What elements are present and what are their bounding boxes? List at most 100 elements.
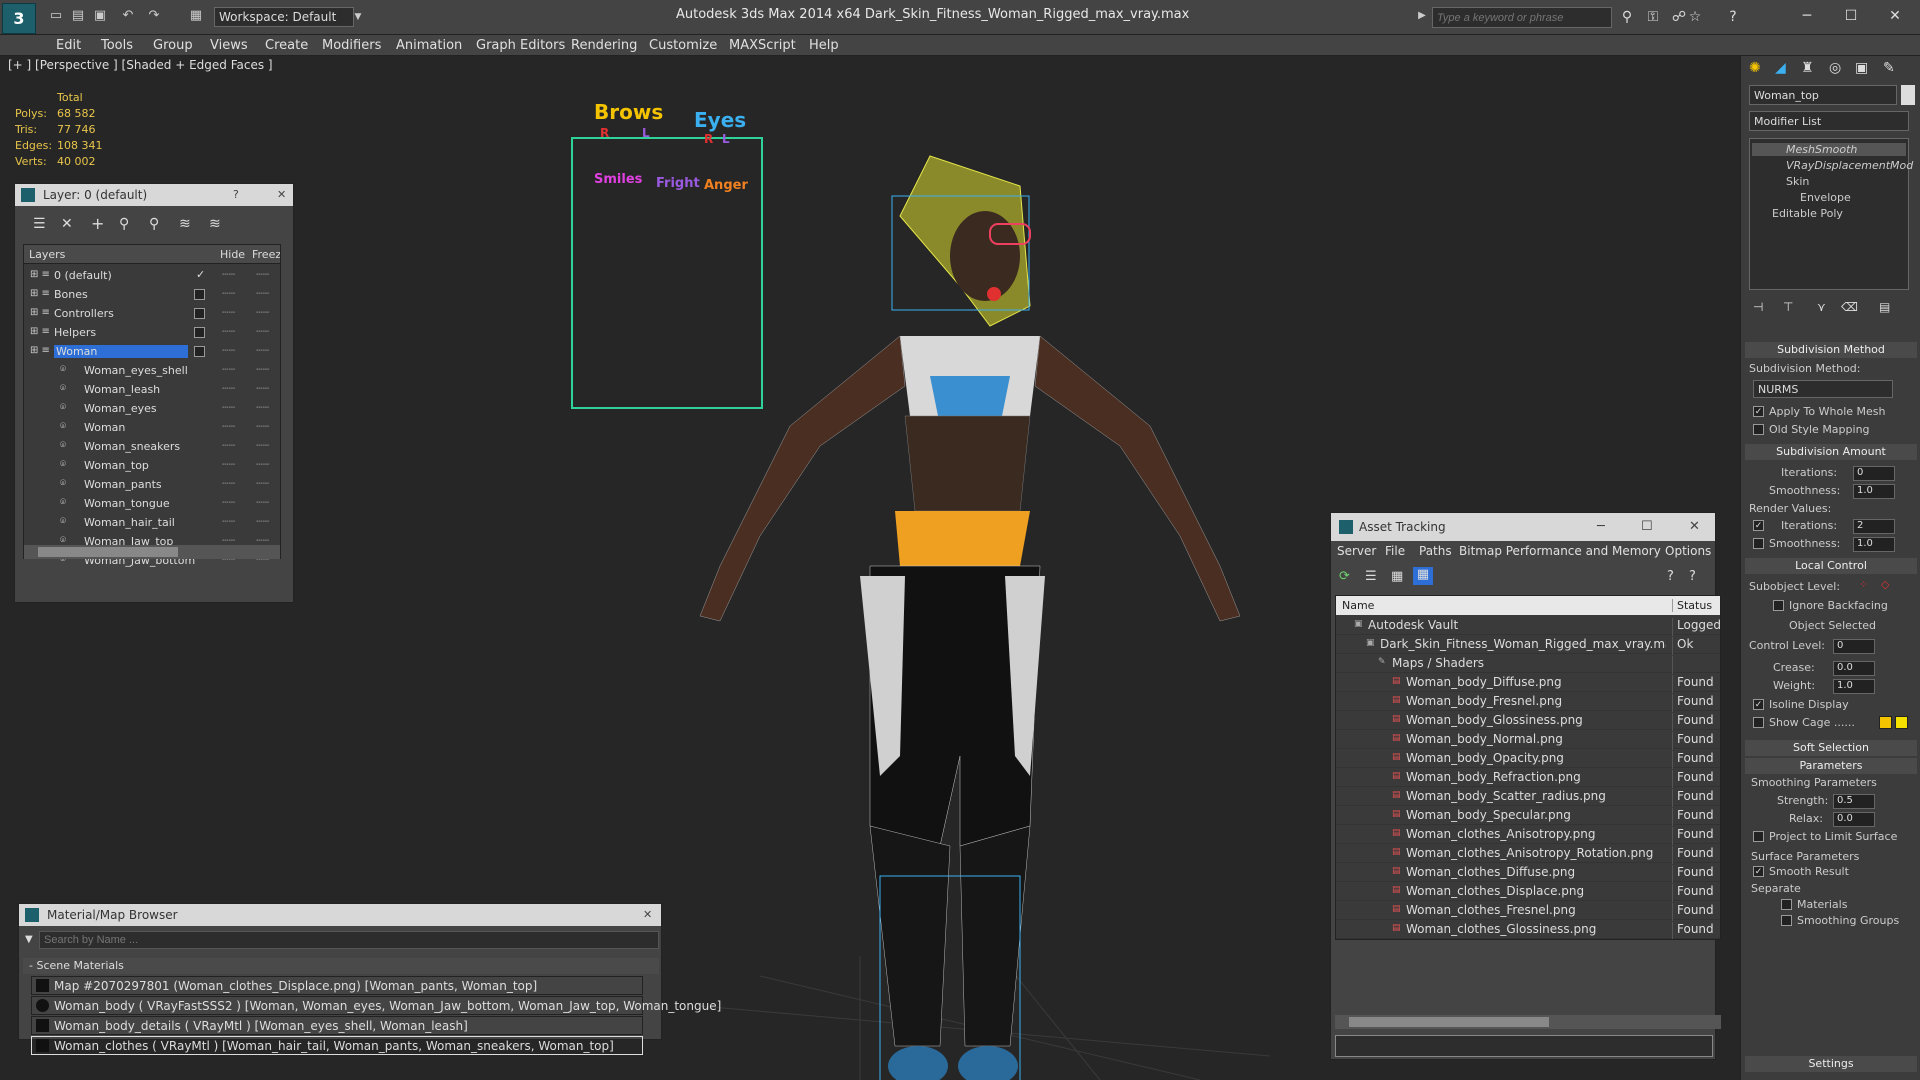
layer-help-button[interactable]: ?	[233, 188, 239, 201]
hide-toggle[interactable]: ┄┄	[222, 515, 235, 528]
render-smoothness-input[interactable]: 1.0	[1853, 537, 1895, 552]
expand-search-icon[interactable]: ▶	[1414, 8, 1430, 24]
material-browser-close[interactable]: ✕	[643, 908, 652, 921]
asset-name-column[interactable]: Name	[1342, 599, 1374, 612]
asset-row[interactable]: ▤ Woman_clothes_Anisotropy_Rotation.png Fo…	[1336, 844, 1720, 864]
layer-current-checkbox[interactable]	[194, 308, 205, 319]
stack-envelope[interactable]: Envelope	[1752, 191, 1851, 204]
layer-current-checkbox[interactable]	[194, 289, 205, 300]
menu-maxscript[interactable]: MAXScript	[729, 38, 796, 53]
hide-toggle[interactable]: ┄┄	[222, 420, 235, 433]
redo-icon[interactable]: ↷	[146, 8, 162, 24]
layer-settings-icon[interactable]: ☰	[33, 216, 46, 232]
stack-skin[interactable]: Skin	[1752, 175, 1809, 188]
hide-column[interactable]: Hide	[220, 248, 245, 261]
utilities-tab-icon[interactable]: ✎	[1883, 60, 1895, 76]
layer-close-button[interactable]: ✕	[277, 188, 286, 201]
layer-row[interactable]: ⌾ Woman_leash ┄┄ ┄┄	[24, 380, 280, 399]
scene-materials-group[interactable]: - Scene Materials	[23, 958, 659, 974]
relax-input[interactable]: 0.0	[1833, 812, 1875, 827]
material-item[interactable]: Woman_body_details ( VRayMtl ) [Woman_ey…	[31, 1016, 643, 1035]
layers-scrollbar[interactable]	[24, 545, 280, 559]
asset-menu-bitmap[interactable]: Bitmap Performance and Memory	[1459, 544, 1661, 558]
stack-meshsmooth[interactable]: MeshSmooth	[1752, 143, 1906, 156]
object-color-swatch[interactable]	[1901, 85, 1915, 105]
menu-create[interactable]: Create	[265, 38, 308, 53]
freeze-column[interactable]: Freeze	[252, 248, 280, 261]
set-current-layer-icon[interactable]: ≋	[179, 216, 191, 232]
control-level-input[interactable]: 0	[1833, 639, 1875, 654]
asset-row[interactable]: ▤ Woman_clothes_Anisotropy.png Found	[1336, 825, 1720, 845]
layer-row[interactable]: ⊞ ≡ 0 (default) ✓ ┄┄ ┄┄	[24, 266, 280, 285]
asset-row[interactable]: ▤Woman_clothes_Normal.pngFound	[1336, 939, 1720, 940]
freeze-toggle[interactable]: ┄┄	[256, 515, 269, 528]
hide-toggle[interactable]: ┄┄	[222, 325, 235, 338]
freeze-toggle[interactable]: ┄┄	[256, 401, 269, 414]
binoculars-icon[interactable]: ⚲	[1618, 8, 1636, 26]
freeze-toggle[interactable]: ┄┄	[256, 344, 269, 357]
freeze-toggle[interactable]: ┄┄	[256, 477, 269, 490]
layer-properties-icon[interactable]: ≋	[209, 216, 221, 232]
layer-row[interactable]: ⊞ ≡ Controllers ┄┄ ┄┄	[24, 304, 280, 323]
menu-modifiers[interactable]: Modifiers	[322, 38, 381, 53]
menu-tools[interactable]: Tools	[101, 38, 133, 53]
layer-row[interactable]: ⌾ Woman_eyes ┄┄ ┄┄	[24, 399, 280, 418]
asset-row[interactable]: ▤ Woman_body_Normal.png Found	[1336, 730, 1720, 750]
pin-stack-icon[interactable]: ⊣	[1753, 300, 1763, 314]
smooth-result-checkbox[interactable]: ✓	[1753, 866, 1764, 877]
project-folder-icon[interactable]: ▦	[188, 8, 204, 24]
menu-edit[interactable]: Edit	[56, 38, 81, 53]
hide-toggle[interactable]: ┄┄	[222, 268, 235, 281]
hide-toggle[interactable]: ┄┄	[222, 363, 235, 376]
freeze-toggle[interactable]: ┄┄	[256, 382, 269, 395]
make-unique-icon[interactable]: ⋎	[1817, 300, 1826, 314]
asset-row[interactable]: ▤ Woman_clothes_Glossiness.png Found	[1336, 920, 1720, 939]
menu-views[interactable]: Views	[210, 38, 248, 53]
browser-options-icon[interactable]: ▼	[25, 934, 33, 945]
menu-help[interactable]: Help	[809, 38, 839, 53]
freeze-toggle[interactable]: ┄┄	[256, 306, 269, 319]
asset-h-scrollbar[interactable]	[1335, 1015, 1721, 1029]
open-file-icon[interactable]: ▤	[70, 8, 86, 24]
asset-menu-paths[interactable]: Paths	[1419, 544, 1452, 558]
layers-column[interactable]: Layers	[29, 248, 65, 261]
menu-rendering[interactable]: Rendering	[571, 38, 637, 53]
viewport-label[interactable]: [+ ] [Perspective ] [Shaded + Edged Face…	[8, 58, 273, 72]
configure-sets-icon[interactable]: ▤	[1879, 300, 1890, 314]
hierarchy-tab-icon[interactable]: ♜	[1801, 60, 1814, 76]
asset-scroll-thumb[interactable]	[1349, 1017, 1549, 1027]
detail-view-icon[interactable]: ▦	[1391, 569, 1403, 584]
app-logo-icon[interactable]: 3	[2, 3, 36, 34]
strength-input[interactable]: 0.5	[1833, 794, 1875, 809]
asset-row[interactable]: ▤ Woman_clothes_Fresnel.png Found	[1336, 901, 1720, 921]
menu-group[interactable]: Group	[153, 38, 193, 53]
iterations-input[interactable]: 0	[1853, 466, 1895, 481]
material-item[interactable]: Woman_body ( VRayFastSSS2 ) [Woman, Woma…	[31, 996, 721, 1015]
layer-row[interactable]: ⌾ Woman_sneakers ┄┄ ┄┄	[24, 437, 280, 456]
asset-row[interactable]: ▤ Woman_clothes_Diffuse.png Found	[1336, 863, 1720, 883]
freeze-toggle[interactable]: ┄┄	[256, 268, 269, 281]
modifier-list-dropdown[interactable]: Modifier List	[1749, 111, 1909, 131]
hide-toggle[interactable]: ┄┄	[222, 477, 235, 490]
settings-rollout[interactable]: Settings	[1745, 1056, 1917, 1072]
layer-current-checkbox[interactable]	[194, 327, 205, 338]
chevron-down-icon[interactable]: ▼	[350, 9, 366, 25]
layer-row[interactable]: ⌾ Woman ┄┄ ┄┄	[24, 418, 280, 437]
asset-row[interactable]: ▤ Woman_clothes_Displace.png Found	[1336, 882, 1720, 902]
remove-modifier-icon[interactable]: ⌫	[1841, 300, 1858, 314]
apply-whole-mesh-checkbox[interactable]: ✓	[1753, 406, 1764, 417]
smoothing-groups-checkbox[interactable]	[1781, 915, 1792, 926]
asset-context-help-icon[interactable]: ?	[1689, 569, 1696, 584]
material-item[interactable]: Map #2070297801 (Woman_clothes_Displace.…	[31, 976, 643, 995]
highlight-layer-icon[interactable]: ⚲	[149, 216, 159, 232]
asset-row[interactable]: ▤ Woman_body_Scatter_radius.png Found	[1336, 787, 1720, 807]
hide-toggle[interactable]: ┄┄	[222, 458, 235, 471]
smoothness-input[interactable]: 1.0	[1853, 484, 1895, 499]
select-objects-icon[interactable]: ⚲	[119, 216, 129, 232]
render-iterations-input[interactable]: 2	[1853, 519, 1895, 534]
layer-row[interactable]: ⌾ Woman_top ┄┄ ┄┄	[24, 456, 280, 475]
subdivision-amount-rollout[interactable]: Subdivision Amount	[1745, 444, 1917, 460]
freeze-toggle[interactable]: ┄┄	[256, 496, 269, 509]
layer-row[interactable]: ⌾ Woman_eyes_shell ┄┄ ┄┄	[24, 361, 280, 380]
asset-row[interactable]: ▣ Autodesk Vault Logged	[1336, 616, 1720, 636]
